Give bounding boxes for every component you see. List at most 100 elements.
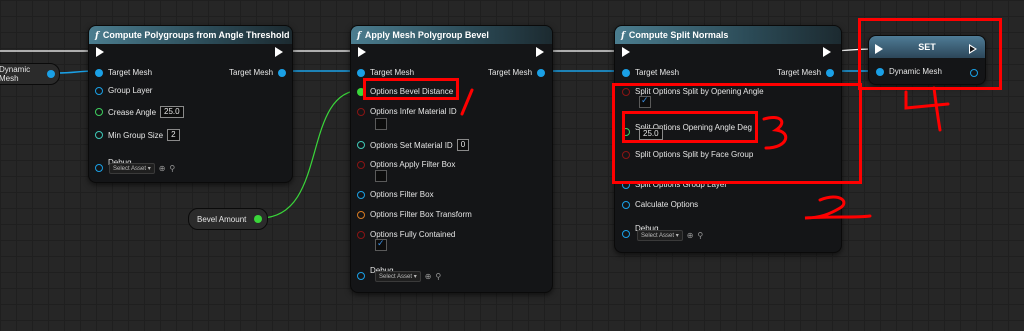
debug-asset-picker: Select Asset ▾ ⊕ ⚲ (637, 230, 703, 241)
target-mesh-input-label: Target Mesh (370, 68, 415, 77)
target-mesh-output-label: Target Mesh (488, 68, 533, 77)
crease-angle-row: Crease Angle 25.0 (95, 106, 184, 118)
target-mesh-output-pin[interactable] (278, 68, 287, 77)
target-mesh-output-pin[interactable] (826, 68, 835, 77)
options-filter-box-transform-label: Options Filter Box Transform (370, 210, 472, 219)
target-mesh-input-pin[interactable] (622, 68, 630, 77)
apply-bevel-header: f Apply Mesh Polygroup Bevel (351, 26, 552, 44)
target-mesh-input-row: Target Mesh (622, 68, 679, 77)
select-asset-label: Select Asset (641, 233, 675, 239)
search-icon[interactable]: ⚲ (697, 231, 703, 240)
dynamic-mesh-variable-label: Dynamic Mesh (0, 65, 31, 83)
options-infer-material-id-row: Options Infer Material ID (357, 107, 457, 116)
compute-polygroups-title: Compute Polygroups from Angle Threshold (102, 30, 290, 40)
min-group-size-row: Min Group Size 2 (95, 129, 180, 141)
target-mesh-output-row: Target Mesh (229, 68, 291, 77)
options-set-material-id-row: Options Set Material ID 0 (357, 139, 470, 151)
select-asset-dropdown[interactable]: Select Asset ▾ (375, 271, 421, 282)
options-filter-box-transform-row: Options Filter Box Transform (357, 210, 472, 219)
options-filter-box-transform-pin[interactable] (357, 210, 365, 219)
bevel-amount-variable-label: Bevel Amount (197, 214, 247, 224)
compute-split-normals-header: f Compute Split Normals (615, 26, 841, 44)
search-icon[interactable]: ⚲ (169, 164, 175, 173)
calculate-options-row: Calculate Options (622, 200, 698, 209)
min-group-size-label: Min Group Size (108, 130, 164, 140)
dynamic-mesh-output-pin[interactable] (47, 70, 55, 78)
dynamic-mesh-variable-node[interactable]: Dynamic Mesh (0, 63, 60, 85)
target-mesh-input-row: Target Mesh (357, 68, 414, 77)
compute-polygroups-node[interactable]: f Compute Polygroups from Angle Threshold… (88, 25, 293, 183)
exec-out-pin-icon[interactable] (536, 47, 544, 57)
select-asset-label: Select Asset (113, 166, 147, 172)
crease-angle-pin[interactable] (95, 108, 103, 116)
reset-icon[interactable]: ⊕ (425, 272, 432, 281)
debug-pin[interactable] (357, 272, 365, 280)
target-mesh-output-pin[interactable] (537, 68, 546, 77)
reset-icon[interactable]: ⊕ (687, 231, 694, 240)
calculate-options-pin[interactable] (622, 200, 630, 209)
annotation-mark-1 (460, 88, 474, 116)
annotation-mark-3 (762, 115, 788, 150)
debug-pin[interactable] (622, 230, 630, 238)
crease-angle-label: Crease Angle (108, 107, 157, 117)
annotation-mark-4 (904, 86, 950, 132)
exec-out-pin-icon[interactable] (823, 47, 831, 57)
target-mesh-output-row: Target Mesh (777, 68, 839, 77)
options-apply-filter-box-row: Options Apply Filter Box (357, 160, 455, 169)
target-mesh-input-label: Target Mesh (108, 68, 153, 77)
options-filter-box-row: Options Filter Box (357, 190, 434, 199)
options-set-material-id-label: Options Set Material ID (370, 140, 453, 150)
options-infer-material-id-pin[interactable] (357, 107, 365, 116)
exec-in-pin-icon[interactable] (622, 47, 630, 57)
exec-out-pin-icon[interactable] (275, 47, 283, 57)
compute-polygroups-header: f Compute Polygroups from Angle Threshold (89, 26, 292, 44)
target-mesh-input-label: Target Mesh (635, 68, 680, 77)
debug-asset-picker: Select Asset ▾ ⊕ ⚲ (109, 163, 175, 174)
options-apply-filter-box-checkbox[interactable] (375, 170, 387, 182)
reset-icon[interactable]: ⊕ (159, 164, 166, 173)
options-fully-contained-checkbox[interactable] (375, 238, 387, 251)
target-mesh-input-pin[interactable] (357, 68, 365, 77)
options-fully-contained-row: Options Fully Contained (357, 230, 455, 239)
annotation-box-1 (363, 78, 459, 100)
bevel-amount-variable-node[interactable]: Bevel Amount (188, 208, 268, 230)
target-mesh-output-label: Target Mesh (777, 68, 822, 77)
bevel-amount-output-pin[interactable] (254, 215, 262, 223)
options-infer-material-id-checkbox[interactable] (375, 118, 387, 130)
exec-in-pin-icon[interactable] (358, 47, 366, 57)
compute-split-normals-title: Compute Split Normals (628, 30, 729, 40)
target-mesh-output-label: Target Mesh (229, 68, 274, 77)
group-layer-pin[interactable] (95, 86, 103, 95)
min-group-size-pin[interactable] (95, 131, 103, 139)
exec-in-pin-icon[interactable] (96, 47, 104, 57)
function-icon: f (357, 31, 361, 41)
debug-pin[interactable] (95, 164, 103, 172)
options-infer-material-id-label: Options Infer Material ID (370, 107, 457, 116)
debug-asset-picker: Select Asset ▾ ⊕ ⚲ (375, 271, 441, 282)
apply-bevel-node[interactable]: f Apply Mesh Polygroup Bevel Target Mesh … (350, 25, 553, 293)
options-filter-box-label: Options Filter Box (370, 190, 434, 199)
annotation-box-4 (858, 18, 1002, 90)
crease-angle-input[interactable]: 25.0 (160, 106, 184, 118)
min-group-size-input[interactable]: 2 (167, 129, 180, 141)
select-asset-dropdown[interactable]: Select Asset ▾ (637, 230, 683, 241)
options-apply-filter-box-pin[interactable] (357, 160, 365, 169)
group-layer-row: Group Layer (95, 86, 152, 95)
target-mesh-input-row: Target Mesh (95, 68, 152, 77)
group-layer-label: Group Layer (108, 86, 153, 95)
select-asset-label: Select Asset (379, 274, 413, 280)
annotation-box-3 (622, 111, 758, 143)
search-icon[interactable]: ⚲ (435, 272, 441, 281)
options-set-material-id-pin[interactable] (357, 141, 365, 149)
apply-bevel-title: Apply Mesh Polygroup Bevel (364, 30, 489, 40)
annotation-mark-2 (804, 195, 872, 220)
calculate-options-label: Calculate Options (635, 200, 699, 209)
options-fully-contained-pin[interactable] (357, 230, 365, 239)
function-icon: f (621, 31, 625, 41)
target-mesh-input-pin[interactable] (95, 68, 103, 77)
options-set-material-id-input[interactable]: 0 (456, 139, 470, 151)
target-mesh-output-row: Target Mesh (488, 68, 550, 77)
select-asset-dropdown[interactable]: Select Asset ▾ (109, 163, 155, 174)
function-icon: f (95, 31, 99, 41)
options-filter-box-pin[interactable] (357, 190, 365, 199)
